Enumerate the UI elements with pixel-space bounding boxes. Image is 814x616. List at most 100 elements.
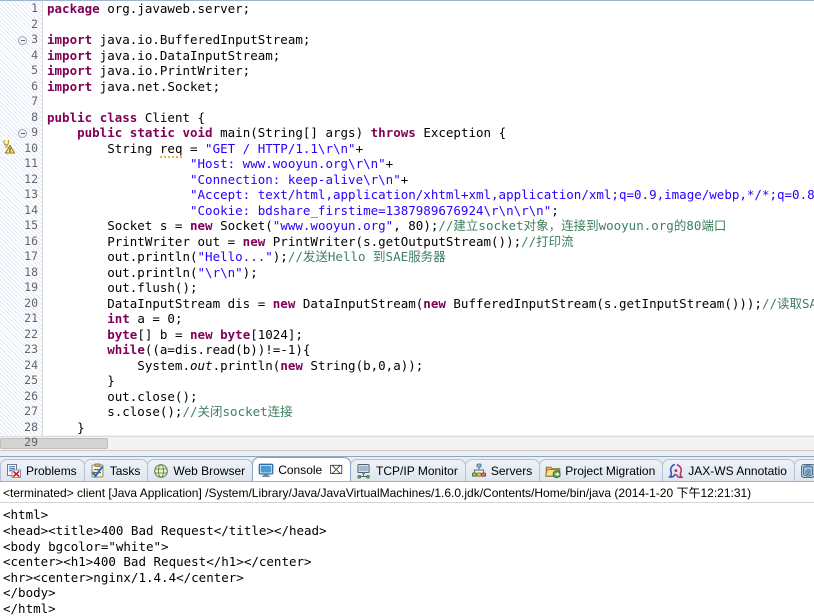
code-line[interactable]: import java.io.BufferedInputStream; bbox=[47, 32, 814, 48]
problems-icon bbox=[6, 463, 22, 479]
code-line[interactable]: out.println("\r\n"); bbox=[47, 265, 814, 281]
code-line[interactable]: s.close();//关闭socket连接 bbox=[47, 404, 814, 420]
code-line[interactable] bbox=[47, 94, 814, 110]
code-line[interactable]: public static void main(String[] args) t… bbox=[47, 125, 814, 141]
code-line[interactable]: package org.javaweb.server; bbox=[47, 1, 814, 17]
code-line[interactable]: byte[] b = new byte[1024]; bbox=[47, 327, 814, 343]
code-token-cmt: //关闭socket连接 bbox=[182, 404, 292, 419]
jpa-annotation-icon: @ bbox=[800, 463, 814, 479]
code-token-p: } bbox=[47, 373, 115, 388]
code-token-p: Client { bbox=[137, 110, 205, 125]
view-tab-bar[interactable]: Problems Tasks Web Browser Console⌧TCP/IP M… bbox=[0, 457, 814, 482]
line-number: 4 bbox=[17, 48, 38, 64]
close-icon[interactable]: ⌧ bbox=[329, 464, 343, 476]
console-icon bbox=[258, 462, 274, 478]
code-token-p: ); bbox=[273, 249, 288, 264]
view-tab-problems[interactable]: Problems bbox=[0, 459, 85, 481]
code-token-str: "Cookie: bdshare_firstime=1387989676924\… bbox=[190, 203, 551, 218]
view-tab-tcp-ip-monitor[interactable]: TCP/IP Monitor bbox=[350, 459, 466, 481]
line-number: 8 bbox=[17, 110, 38, 126]
view-tab-label: Problems bbox=[26, 465, 77, 477]
code-line[interactable]: Socket s = new Socket("www.wooyun.org", … bbox=[47, 218, 814, 234]
console-launch-status: <terminated> client [Java Application] /… bbox=[0, 482, 814, 503]
code-token-p: Socket( bbox=[213, 218, 273, 233]
editor-line-number-ruler: 1234567891011121314151617181920212223242… bbox=[17, 1, 42, 450]
code-line[interactable]: String req = "GET / HTTP/1.1\r\n"+ bbox=[47, 141, 814, 157]
code-token-p: ); bbox=[243, 265, 258, 280]
code-line[interactable]: out.flush(); bbox=[47, 280, 814, 296]
code-token-kw: int bbox=[107, 311, 130, 326]
console-output-text[interactable]: <html> <head><title>400 Bad Request</tit… bbox=[0, 503, 814, 616]
web-browser-icon bbox=[153, 463, 169, 479]
editor-marker-bar[interactable] bbox=[0, 1, 17, 450]
code-token-kw: new bbox=[243, 234, 266, 249]
editor-console-sash[interactable] bbox=[0, 450, 814, 457]
code-line[interactable]: import java.io.PrintWriter; bbox=[47, 63, 814, 79]
view-tab-label: Web Browser bbox=[173, 465, 245, 477]
code-line[interactable]: while((a=dis.read(b))!=-1){ bbox=[47, 342, 814, 358]
code-token-kw: import bbox=[47, 63, 92, 78]
java-source-editor[interactable]: 1234567891011121314151617181920212223242… bbox=[0, 0, 814, 450]
code-line[interactable]: PrintWriter out = new PrintWriter(s.getO… bbox=[47, 234, 814, 250]
line-number: 7 bbox=[17, 94, 38, 110]
code-line[interactable]: "Cookie: bdshare_firstime=1387989676924\… bbox=[47, 203, 814, 219]
view-tab-console[interactable]: Console⌧ bbox=[252, 457, 351, 481]
line-number: 26 bbox=[17, 389, 38, 405]
line-number: 17 bbox=[17, 249, 38, 265]
view-tab-jpa-an[interactable]: @JPA An bbox=[794, 459, 814, 481]
code-token-p: out.println( bbox=[47, 249, 198, 264]
code-token-p: main(String[] args) bbox=[213, 125, 371, 140]
code-line[interactable] bbox=[47, 17, 814, 33]
line-number: 27 bbox=[17, 404, 38, 420]
code-token-p: + bbox=[386, 156, 394, 171]
view-tab-web-browser[interactable]: Web Browser bbox=[147, 459, 253, 481]
code-token-p: java.io.DataInputStream; bbox=[92, 48, 280, 63]
editor-horizontal-scrollbar[interactable] bbox=[0, 436, 814, 450]
code-token-kw: import bbox=[47, 79, 92, 94]
code-token-p bbox=[92, 110, 100, 125]
line-number: 24 bbox=[17, 358, 38, 374]
line-number: 3 bbox=[17, 32, 38, 48]
code-token-kw: package bbox=[47, 1, 100, 16]
code-line[interactable]: import java.io.DataInputStream; bbox=[47, 48, 814, 64]
code-line[interactable]: "Connection: keep-alive\r\n"+ bbox=[47, 172, 814, 188]
code-line[interactable]: out.close(); bbox=[47, 389, 814, 405]
warning-marker-icon[interactable] bbox=[1, 140, 16, 154]
code-token-str: "Accept: text/html,application/xhtml+xml… bbox=[190, 187, 814, 202]
code-line[interactable]: out.println("Hello...");//发送Hello 到SAE服务… bbox=[47, 249, 814, 265]
code-token-p: java.io.BufferedInputStream; bbox=[92, 32, 310, 47]
code-token-p: out.flush(); bbox=[47, 280, 198, 295]
code-line[interactable]: "Host: www.wooyun.org\r\n"+ bbox=[47, 156, 814, 172]
line-number: 13 bbox=[17, 187, 38, 203]
code-line[interactable]: "Accept: text/html,application/xhtml+xml… bbox=[47, 187, 814, 203]
code-token-kw: byte bbox=[107, 327, 137, 342]
view-tab-label: JAX-WS Annotatio bbox=[688, 465, 787, 477]
code-token-p: System. bbox=[47, 358, 190, 373]
code-line[interactable]: } bbox=[47, 420, 814, 436]
code-line[interactable]: import java.net.Socket; bbox=[47, 79, 814, 95]
code-line[interactable]: } bbox=[47, 373, 814, 389]
svg-text:@: @ bbox=[805, 470, 811, 476]
view-tab-tasks[interactable]: Tasks bbox=[84, 459, 149, 481]
view-tab-jax-ws-annotatio[interactable]: JAX-WS Annotatio bbox=[662, 459, 795, 481]
view-tab-servers[interactable]: Servers bbox=[465, 459, 540, 481]
code-line[interactable]: int a = 0; bbox=[47, 311, 814, 327]
code-line[interactable]: DataInputStream dis = new DataInputStrea… bbox=[47, 296, 814, 312]
code-line[interactable]: public class Client { bbox=[47, 110, 814, 126]
line-number: 28 bbox=[17, 420, 38, 436]
code-token-p bbox=[47, 187, 190, 202]
line-number: 10 bbox=[17, 141, 38, 157]
line-number: 6 bbox=[17, 79, 38, 95]
code-token-kw: while bbox=[107, 342, 145, 357]
code-token-kw: new bbox=[273, 296, 296, 311]
view-tab-project-migration[interactable]: Project Migration bbox=[539, 459, 663, 481]
line-number: 14 bbox=[17, 203, 38, 219]
code-token-kw: void bbox=[182, 125, 212, 140]
eclipse-ide-window: 1234567891011121314151617181920212223242… bbox=[0, 0, 814, 616]
code-token-p bbox=[213, 327, 221, 342]
source-code-text[interactable]: package org.javaweb.server; import java.… bbox=[43, 1, 814, 450]
code-line[interactable]: System.out.println(new String(b,0,a)); bbox=[47, 358, 814, 374]
servers-icon bbox=[471, 463, 487, 479]
view-tab-label: Tasks bbox=[110, 465, 141, 477]
code-token-kw: throws bbox=[371, 125, 416, 140]
